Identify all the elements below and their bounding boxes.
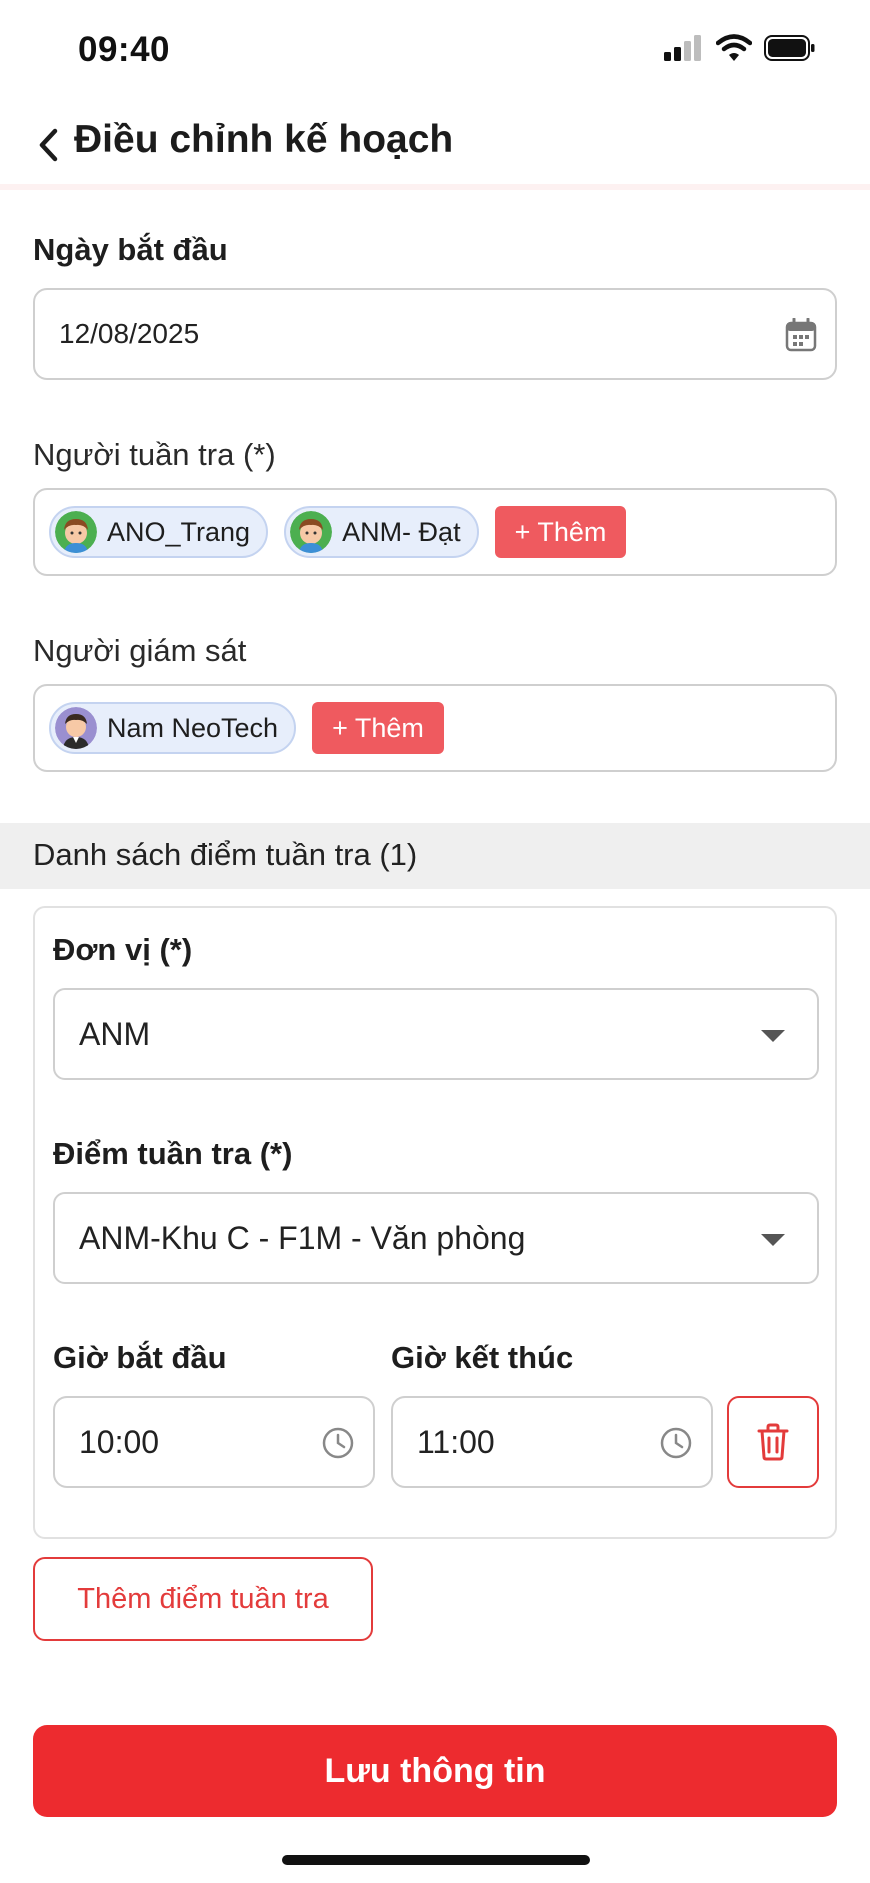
end-time-field[interactable]: 11:00	[391, 1396, 713, 1488]
patroller-chip[interactable]: ANO_Trang	[49, 506, 269, 558]
caret-down-icon	[761, 1234, 785, 1246]
start-time-field[interactable]: 10:00	[53, 1396, 375, 1488]
trash-icon	[757, 1423, 789, 1461]
start-time-label: Giờ bắt đầu	[53, 1340, 227, 1375]
patrollers-chip-row: ANO_Trang ANM- Đạt + Thêm	[49, 506, 627, 558]
clock-icon	[660, 1427, 692, 1459]
unit-select[interactable]: ANM	[53, 988, 819, 1080]
start-time-value: 10:00	[79, 1424, 160, 1460]
status-bar: 09:40	[0, 0, 870, 100]
home-indicator[interactable]	[282, 1855, 590, 1865]
calendar-icon[interactable]	[785, 318, 817, 352]
page-title: Điều chỉnh kế hoạch	[74, 118, 454, 161]
caret-down-icon	[761, 1030, 785, 1042]
patroller-name: ANM- Đạt	[342, 516, 461, 547]
unit-label: Đơn vị (*)	[53, 932, 193, 967]
patrollers-label: Người tuần tra (*)	[33, 437, 276, 472]
checkpoint-list-header: Danh sách điểm tuần tra (1)	[0, 823, 870, 889]
app-header: Điều chỉnh kế hoạch	[0, 100, 870, 190]
wifi-icon	[716, 34, 752, 61]
back-button[interactable]	[28, 120, 68, 170]
add-checkpoint-button[interactable]: Thêm điểm tuần tra	[33, 1557, 373, 1641]
cellular-signal-icon	[664, 35, 701, 61]
unit-select-value: ANM	[79, 1016, 151, 1052]
patroller-chip[interactable]: ANM- Đạt	[284, 506, 479, 558]
save-button[interactable]: Lưu thông tin	[33, 1725, 837, 1817]
checkpoint-select[interactable]: ANM-Khu C - F1M - Văn phòng	[53, 1192, 819, 1284]
chevron-left-icon	[39, 128, 58, 162]
supervisors-field: Nam NeoTech + Thêm	[33, 684, 837, 772]
status-icons	[664, 34, 816, 62]
end-time-value: 11:00	[417, 1424, 495, 1460]
checkpoint-select-value: ANM-Khu C - F1M - Văn phòng	[79, 1220, 526, 1256]
clock-icon	[322, 1427, 354, 1459]
battery-icon	[764, 35, 815, 61]
checkpoint-list-title: Danh sách điểm tuần tra (1)	[33, 837, 418, 872]
avatar-icon	[55, 707, 97, 749]
start-date-label: Ngày bắt đầu	[33, 232, 228, 267]
supervisors-chip-row: Nam NeoTech + Thêm	[49, 702, 444, 754]
add-patroller-button[interactable]: + Thêm	[494, 506, 627, 558]
patroller-name: ANO_Trang	[107, 516, 251, 547]
end-time-label: Giờ kết thúc	[391, 1340, 574, 1375]
status-time: 09:40	[78, 30, 171, 69]
start-date-field[interactable]: 12/08/2025	[33, 288, 837, 380]
checkpoint-card: Đơn vị (*) ANM Điểm tuần tra (*) ANM-Khu…	[33, 906, 837, 1539]
patrollers-field: ANO_Trang ANM- Đạt + Thêm	[33, 488, 837, 576]
supervisors-label: Người giám sát	[33, 633, 247, 668]
supervisor-chip[interactable]: Nam NeoTech	[49, 702, 297, 754]
add-supervisor-button[interactable]: + Thêm	[312, 702, 444, 754]
start-date-value: 12/08/2025	[59, 318, 200, 349]
avatar-icon	[290, 511, 333, 553]
avatar-icon	[55, 511, 97, 553]
delete-checkpoint-button[interactable]	[727, 1396, 819, 1488]
supervisor-name: Nam NeoTech	[107, 712, 279, 743]
checkpoint-label: Điểm tuần tra (*)	[53, 1136, 293, 1171]
